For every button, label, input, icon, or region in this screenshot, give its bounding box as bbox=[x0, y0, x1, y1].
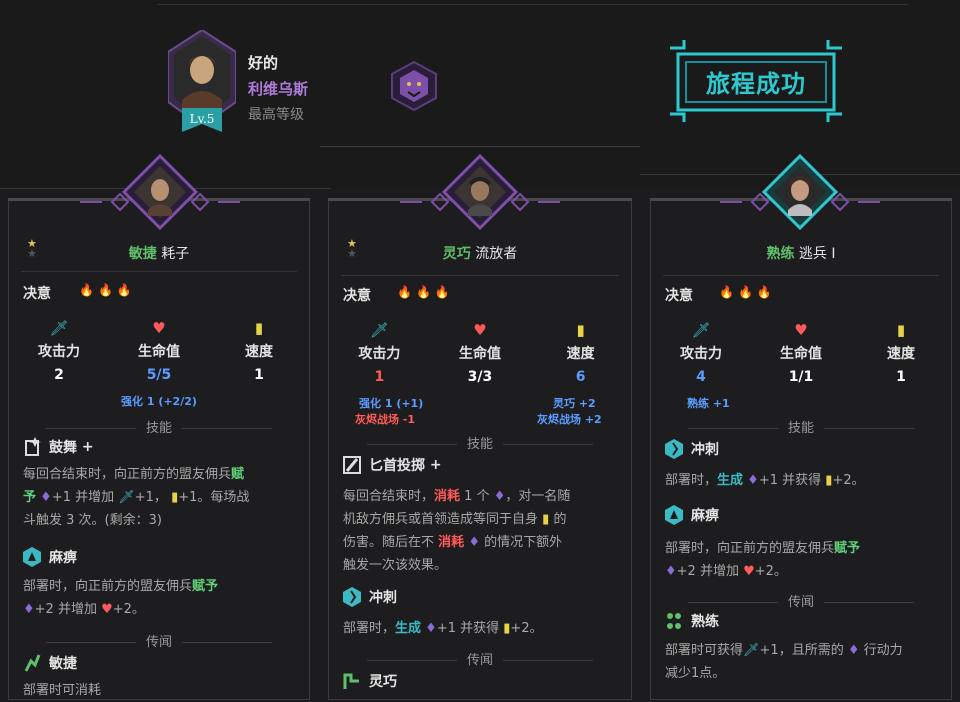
skill-title[interactable]: 麻痹 bbox=[23, 547, 77, 567]
hero-level: 最高等级 bbox=[248, 107, 304, 123]
sword-icon: 🗡 bbox=[691, 321, 711, 339]
paralyze-icon bbox=[23, 547, 41, 567]
skills-header: 技能 bbox=[651, 417, 951, 436]
sword-icon: 🗡 bbox=[369, 321, 389, 339]
hero-portrait[interactable]: Lv.5 bbox=[168, 30, 236, 134]
skill-description: 部署时可消耗 bbox=[23, 683, 102, 698]
dash-icon bbox=[343, 587, 361, 607]
portrait-emblem[interactable] bbox=[720, 150, 880, 230]
dash-icon bbox=[665, 439, 683, 459]
paralyze-icon bbox=[665, 505, 683, 525]
hero-mood: 好的 bbox=[248, 54, 279, 72]
journey-success-banner: 旅程成功 bbox=[670, 40, 842, 122]
card-title: 敏捷 耗子 bbox=[128, 246, 190, 262]
resolve-flame-icons: 🔥🔥🔥 bbox=[79, 283, 136, 297]
skill-description: 每回合结束时，消耗 1 个 ♦，对一名随 机敌方佣兵或首领造成等同于自身 ▮ 的… bbox=[343, 489, 571, 573]
resolve-label: 决意 bbox=[665, 288, 693, 304]
mercenary-card[interactable]: 熟练 逃兵 I 决意 🔥🔥🔥 🗡 攻击力 4 ♥ 生命值 1/1 ▮ 速度 1 熟练 +1 … bbox=[650, 198, 952, 700]
success-text: 旅程成功 bbox=[706, 69, 806, 98]
mercenary-card[interactable]: ★ ★ 敏捷 耗子 决意 🔥🔥🔥 🗡 攻击力 2 ♥ 生命值 5/5 ▮ 速度 1 强化 1 … bbox=[8, 198, 310, 700]
atk-modifier: 灰烬战场 -1 bbox=[355, 413, 416, 426]
skill-title[interactable]: 熟练 bbox=[665, 611, 719, 631]
hero-name: 利维乌斯 bbox=[248, 80, 309, 98]
portrait-emblem[interactable] bbox=[80, 150, 240, 230]
sword-icon: 🗡 bbox=[49, 319, 69, 337]
proficiency-icon bbox=[667, 613, 681, 629]
spd-modifier: 灵巧 +2 bbox=[553, 397, 596, 410]
heart-icon: ♥ bbox=[794, 321, 808, 339]
wolf-emblem-icon bbox=[391, 60, 437, 112]
skill-title[interactable]: 敏捷 bbox=[23, 653, 77, 673]
skill-title[interactable]: 匕首投掷 + bbox=[343, 455, 442, 475]
portrait-emblem[interactable] bbox=[400, 150, 560, 230]
hero-info: 好的 利维乌斯 最高等级 bbox=[248, 50, 308, 128]
skills-header: 技能 bbox=[329, 433, 631, 452]
heart-icon: ♥ bbox=[152, 319, 166, 337]
atk-modifier: 强化 1 (+1) bbox=[359, 397, 424, 410]
level-badge: Lv.5 bbox=[190, 112, 215, 126]
skill-description: 部署时，生成 ♦+1 并获得 ▮+2。 bbox=[665, 473, 865, 488]
skill-description: 每回合结束时，向正前方的盟友佣兵赋 予 ♦+1 并增加 🗡+1， ▮+1。每场战… bbox=[23, 467, 250, 528]
lore-header: 传闻 bbox=[651, 591, 951, 610]
resolve-flame-icons: 🔥🔥🔥 bbox=[719, 285, 776, 299]
resolve-flame-icons: 🔥🔥🔥 bbox=[397, 285, 454, 299]
skill-title[interactable]: 冲刺 bbox=[665, 439, 719, 459]
skill-description: 部署时，向正前方的盟友佣兵赋予 ♦+2 并增加 ♥+2。 bbox=[23, 579, 219, 617]
skill-description: 部署时，生成 ♦+1 并获得 ▮+2。 bbox=[343, 621, 543, 636]
card-title: 熟练 逃兵 I bbox=[766, 246, 836, 262]
skill-description: 部署时可获得🗡+1，且所需的 ♦ 行动力 减少1点。 bbox=[665, 643, 903, 681]
resolve-label: 决意 bbox=[23, 286, 51, 302]
divider bbox=[158, 4, 908, 5]
dagger-throw-icon bbox=[343, 456, 361, 474]
card-title: 灵巧 流放者 bbox=[442, 246, 518, 262]
boot-icon: ▮ bbox=[576, 321, 585, 339]
inspire-icon bbox=[25, 437, 41, 456]
divider bbox=[320, 146, 640, 147]
heart-icon: ♥ bbox=[473, 321, 487, 339]
dexterity-icon bbox=[343, 673, 359, 689]
boot-icon: ▮ bbox=[896, 321, 906, 339]
skill-description: 部署时，向正前方的盟友佣兵赋予 ♦+2 并增加 ♥+2。 bbox=[665, 541, 861, 579]
mercenary-card[interactable]: ★ ★ 灵巧 流放者 决意 🔥🔥🔥 🗡 攻击力 1 ♥ 生命值 3/3 ▮ 速度 6 强化 1… bbox=[328, 198, 632, 700]
resolve-label: 决意 bbox=[343, 288, 371, 304]
skills-header: 技能 bbox=[9, 417, 309, 436]
stat-row: 🗡 攻击力 2 ♥ 生命值 5/5 ▮ 速度 1 bbox=[9, 319, 309, 383]
skill-title[interactable]: 冲刺 bbox=[343, 587, 397, 607]
boot-icon: ▮ bbox=[254, 319, 264, 337]
agility-icon bbox=[24, 654, 41, 672]
spd-modifier: 灰烬战场 +2 bbox=[537, 413, 602, 426]
stat-row: 🗡 攻击力 4 ♥ 生命值 1/1 ▮ 速度 1 bbox=[651, 321, 951, 385]
lore-header: 传闻 bbox=[9, 631, 309, 650]
stat-row: 🗡 攻击力 1 ♥ 生命值 3/3 ▮ 速度 6 bbox=[329, 321, 631, 385]
skill-title[interactable]: 灵巧 bbox=[343, 671, 397, 691]
skill-title[interactable]: 麻痹 bbox=[665, 505, 719, 525]
skill-title[interactable]: 鼓舞 + bbox=[23, 437, 94, 457]
atk-modifier: 熟练 +1 bbox=[687, 397, 730, 410]
lore-header: 传闻 bbox=[329, 649, 631, 668]
hp-modifier: 强化 1 (+2/2) bbox=[121, 395, 197, 408]
